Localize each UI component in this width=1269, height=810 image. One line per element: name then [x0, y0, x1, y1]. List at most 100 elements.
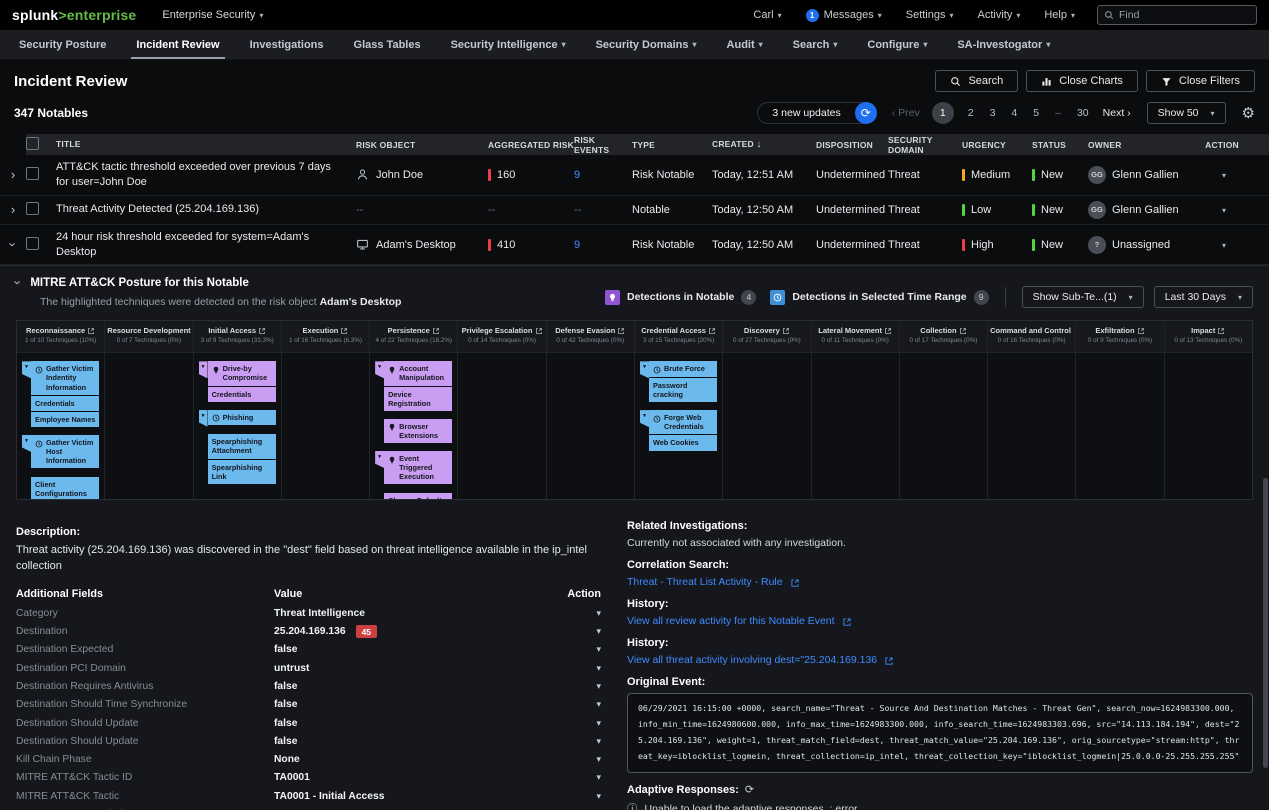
nav-tab-security-posture[interactable]: Security Posture [4, 30, 121, 59]
field-action-menu[interactable]: ▾ [561, 644, 601, 655]
dropdown-show-sub-te-1[interactable]: Show Sub-Te...(1)▾ [1022, 286, 1144, 308]
tactic-header[interactable]: Lateral Movement 0 of 11 Techniques (0%) [812, 321, 899, 353]
scrollbar-thumb[interactable] [1263, 478, 1268, 768]
technique-cell-client-configurations[interactable]: Client Configurations [31, 476, 99, 499]
technique-cell-employee-names[interactable]: Employee Names [31, 411, 99, 427]
correlation-search-link[interactable]: Threat - Threat List Activity - Rule [627, 576, 1253, 588]
nav-tab-sa-investogator[interactable]: SA-Investogator ▾ [942, 30, 1065, 59]
collapse-subtechniques-icon[interactable]: ▾ [199, 361, 208, 378]
nav-tab-configure[interactable]: Configure ▾ [852, 30, 942, 59]
technique-cell-password-cracking[interactable]: Password cracking [649, 377, 717, 402]
page-button-1[interactable]: 1 [932, 102, 954, 124]
technique-cell-brute-force[interactable]: ▾ Brute Force [649, 361, 717, 377]
dropdown-last-30-days[interactable]: Last 30 Days▾ [1154, 286, 1253, 308]
row-actions-menu[interactable]: ▾ [1200, 204, 1244, 216]
technique-cell-credentials[interactable]: Credentials [208, 386, 276, 402]
tactic-header[interactable]: Collection 0 of 17 Techniques (0%) [900, 321, 987, 353]
page-button-5[interactable]: 5 [1031, 107, 1041, 119]
technique-cell-spearphishing-attachment[interactable]: Spearphishing Attachment [208, 433, 276, 458]
nav-tab-investigations[interactable]: Investigations [235, 30, 339, 59]
field-action-menu[interactable]: ▾ [561, 791, 601, 802]
field-action-menu[interactable]: ▾ [561, 772, 601, 783]
notable-title[interactable]: Threat Activity Detected (25.204.169.136… [56, 202, 356, 217]
row-actions-menu[interactable]: ▾ [1200, 239, 1244, 251]
next-page-button[interactable]: Next › [1103, 107, 1131, 119]
reload-icon[interactable]: ⟳ [745, 784, 754, 796]
column-header-aggregated-risk[interactable]: AGGREGATED RISK [488, 140, 574, 150]
tactic-header[interactable]: Initial Access 3 of 9 Techniques (33.3%) [194, 321, 281, 353]
column-header-risk-object[interactable]: RISK OBJECT [356, 140, 488, 150]
technique-cell-phishing[interactable]: ▾ Phishing [208, 410, 276, 426]
technique-cell-gather-victim-indentity-information[interactable]: ▾ Gather Victim Indentity Information [31, 361, 99, 394]
row-checkbox[interactable] [26, 167, 39, 180]
field-action-menu[interactable]: ▾ [561, 699, 601, 710]
refresh-icon[interactable]: ⟳ [855, 102, 877, 124]
field-action-menu[interactable]: ▾ [561, 754, 601, 765]
collapse-subtechniques-icon[interactable]: ▾ [375, 451, 384, 468]
page-button-4[interactable]: 4 [1009, 107, 1019, 119]
threat-activity-link[interactable]: View all threat activity involving dest=… [627, 654, 1253, 666]
nav-tab-search[interactable]: Search ▾ [778, 30, 853, 59]
new-updates-pill[interactable]: 3 new updates ⟳ [757, 102, 875, 124]
tactic-header[interactable]: Defense Evasion 0 of 42 Techniques (0%) [547, 321, 634, 353]
row-checkbox[interactable] [26, 202, 39, 215]
technique-cell-device-registration[interactable]: Device Registration [384, 386, 452, 411]
tactic-header[interactable]: Exfiltration 0 of 9 Techniques (0%) [1076, 321, 1163, 353]
collapse-subtechniques-icon[interactable]: ▾ [375, 361, 384, 378]
risk-events-link[interactable]: 9 [574, 239, 632, 251]
nav-tab-security-domains[interactable]: Security Domains ▾ [581, 30, 712, 59]
app-context-menu[interactable]: Enterprise Security▾ [162, 9, 263, 21]
field-action-menu[interactable]: ▾ [561, 626, 601, 637]
notable-title[interactable]: 24 hour risk threshold exceeded for syst… [56, 230, 356, 260]
nav-tab-incident-review[interactable]: Incident Review [121, 30, 234, 59]
column-header-action[interactable]: ACTION [1200, 140, 1244, 150]
review-activity-link[interactable]: View all review activity for this Notabl… [627, 615, 1253, 627]
owner[interactable]: GGGlenn Gallien [1088, 166, 1200, 184]
tactic-header[interactable]: Privilege Escalation 0 of 14 Techniques … [458, 321, 545, 353]
tactic-header[interactable]: Impact 0 of 13 Techniques (0%) [1165, 321, 1252, 353]
technique-cell-event-triggered-execution[interactable]: ▾ Event Triggered Execution [384, 451, 452, 484]
collapse-subtechniques-icon[interactable]: ▾ [22, 435, 31, 452]
nav-tab-glass-tables[interactable]: Glass Tables [339, 30, 436, 59]
column-header-created[interactable]: CREATED ↓ [712, 139, 816, 150]
page-button-2[interactable]: 2 [966, 107, 976, 119]
technique-cell-change-default-file-association[interactable]: Change Default File Association [384, 492, 452, 499]
column-header-title[interactable]: TITLE [56, 139, 356, 150]
row-actions-menu[interactable]: ▾ [1200, 169, 1244, 181]
collapse-row-icon[interactable]: › [7, 242, 20, 246]
column-header-owner[interactable]: OWNER [1088, 140, 1200, 150]
select-all-checkbox[interactable] [26, 137, 39, 150]
column-header-status[interactable]: STATUS [1032, 140, 1088, 150]
tactic-header[interactable]: Resource Development 0 of 7 Techniques (… [105, 321, 192, 353]
technique-cell-drive-by-compromise[interactable]: ▾ Drive-by Compromise [208, 361, 276, 385]
nav-tab-security-intelligence[interactable]: Security Intelligence ▾ [436, 30, 581, 59]
page-button-ellipsis[interactable]: – [1053, 107, 1063, 119]
column-header-urgency[interactable]: URGENCY [962, 140, 1032, 150]
splunk-logo[interactable]: splunk>enterprise [12, 7, 136, 23]
technique-cell-account-manipulation[interactable]: ▾ Account Manipulation [384, 361, 452, 385]
find-search-box[interactable] [1097, 5, 1257, 25]
prev-page-button[interactable]: ‹ Prev [892, 107, 920, 119]
column-header-disposition[interactable]: DISPOSITION [816, 140, 888, 150]
field-action-menu[interactable]: ▾ [561, 718, 601, 729]
find-input[interactable] [1119, 9, 1239, 21]
original-event-text[interactable]: 06/29/2021 16:15:00 +0000, search_name="… [627, 693, 1253, 773]
topbar-menu-activity[interactable]: Activity ▾ [978, 9, 1021, 21]
column-header-security-domain[interactable]: SECURITY DOMAIN [888, 135, 962, 155]
owner[interactable]: GGGlenn Gallien [1088, 201, 1200, 219]
technique-cell-gather-victim-host-information[interactable]: ▾ Gather Victim Host Information [31, 435, 99, 468]
tactic-header[interactable]: Execution 1 of 16 Techniques (6.3%) [282, 321, 369, 353]
topbar-menu-help[interactable]: Help ▾ [1044, 9, 1075, 21]
collapse-subtechniques-icon[interactable]: ▾ [640, 410, 649, 427]
column-header-type[interactable]: TYPE [632, 140, 712, 150]
topbar-menu-settings[interactable]: Settings ▾ [906, 9, 954, 21]
page-button-30[interactable]: 30 [1075, 107, 1091, 119]
field-action-menu[interactable]: ▾ [561, 608, 601, 619]
technique-cell-web-cookies[interactable]: Web Cookies [649, 434, 717, 450]
tactic-header[interactable]: Credential Access 3 of 15 Techniques (20… [635, 321, 722, 353]
nav-tab-audit[interactable]: Audit ▾ [712, 30, 778, 59]
technique-cell-forge-web-credentials[interactable]: ▾ Forge Web Credentials [649, 410, 717, 434]
tactic-header[interactable]: Reconnaissance 1 of 10 Techniques (10%) [17, 321, 104, 353]
field-action-menu[interactable]: ▾ [561, 681, 601, 692]
technique-cell-browser-extensions[interactable]: Browser Extensions [384, 419, 452, 443]
